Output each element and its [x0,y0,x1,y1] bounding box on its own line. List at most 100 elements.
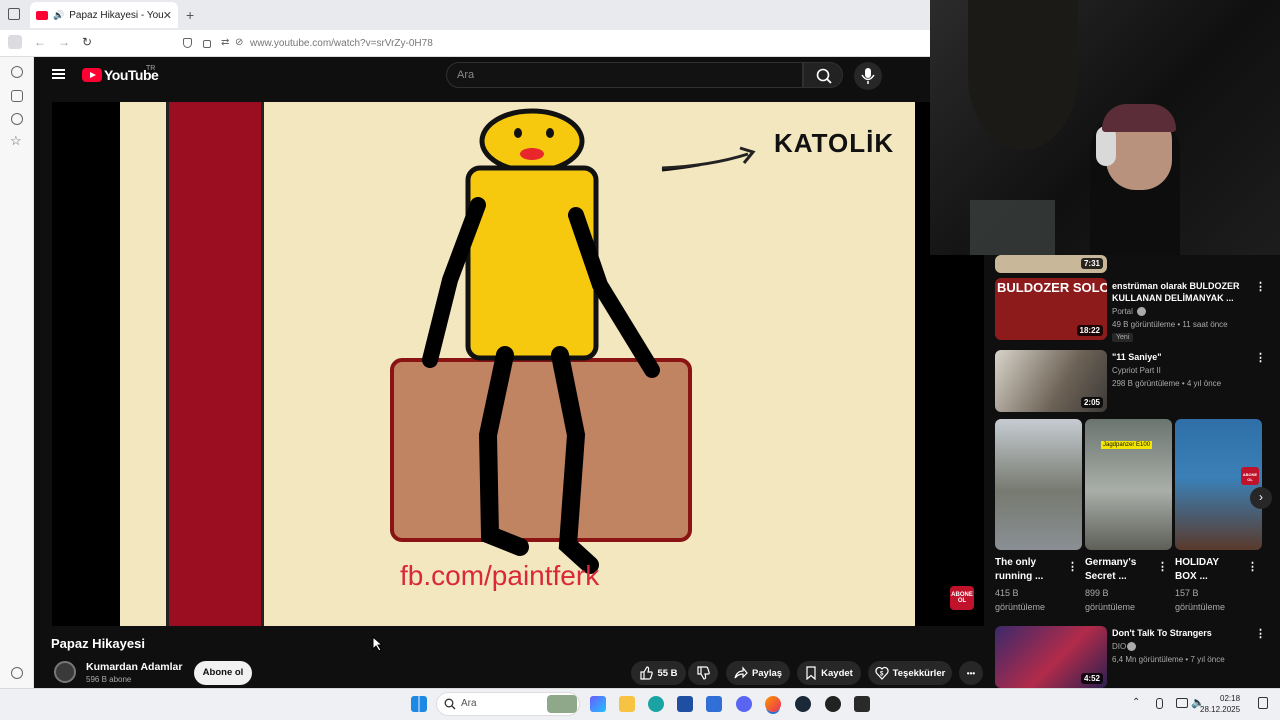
verified-icon [1137,307,1146,316]
shield-icon[interactable] [183,38,192,48]
share-button[interactable]: Paylaş [726,661,790,685]
rec-thumbnail[interactable]: 2:05 [995,350,1107,412]
more-vert-icon[interactable]: ⋮ [1157,560,1168,573]
ai-assistant-icon[interactable] [11,66,23,78]
more-actions-button[interactable]: ••• [959,661,983,685]
rec-channel[interactable]: DIO [1112,641,1126,653]
settings-gear-icon[interactable] [11,667,23,679]
history-icon[interactable] [11,113,23,125]
browser-sidebar: ☆ [0,57,34,688]
forward-icon[interactable]: → [58,35,70,49]
lock-icon[interactable] [203,40,211,48]
url-text[interactable]: www.youtube.com/watch?v=srVrZy-0H78 [250,38,433,49]
new-tab-button[interactable]: + [186,7,194,23]
short-title[interactable]: HOLIDAY [1175,556,1219,570]
short-thumbnail[interactable] [995,419,1082,550]
subscriber-count: 596 B abone [86,675,132,684]
back-icon[interactable]: ← [34,35,46,49]
rec-title[interactable]: "11 Saniye" [1112,351,1162,363]
video-duration: 18:22 [1076,325,1103,336]
tab-list-icon[interactable] [8,8,20,20]
speaker-icon[interactable]: 🔊 [53,10,64,21]
tray-chevron-icon[interactable]: ⌃ [1132,697,1140,708]
short-thumbnail[interactable]: Jagdpanzer E100 [1085,419,1172,550]
tracking-icon[interactable]: ⊘ [235,37,243,48]
steam-icon[interactable] [795,696,811,712]
short-title-line2[interactable]: BOX ... [1175,570,1208,584]
rec-channel[interactable]: Cypriot Part II [1112,365,1161,377]
rec-meta: 49 B görüntüleme • 11 saat önce [1112,320,1228,329]
thanks-label: Teşekkürler [892,667,946,679]
short-thumbnail[interactable]: ABONE OL [1175,419,1262,550]
channel-name[interactable]: Kumardan Adamlar [86,661,182,673]
video-label-katolik: KATOLİK [774,128,895,158]
rec-title[interactable]: enstrüman olarak BULDOZER [1112,280,1240,292]
menu-hamburger-icon[interactable] [52,69,65,79]
windows-taskbar [0,688,1280,720]
firefox-icon[interactable] [765,696,781,712]
youtube-favicon-icon [36,10,48,20]
more-vert-icon[interactable]: ⋮ [1255,280,1266,293]
short-title-line2[interactable]: Secret ... [1085,570,1127,584]
discord-icon[interactable] [736,696,752,712]
rec-thumbnail[interactable]: 7:31 [995,255,1107,273]
more-vert-icon[interactable]: ⋮ [1255,351,1266,364]
edge-browser-icon[interactable] [648,696,664,712]
thumbs-up-icon [640,666,654,680]
widgets-icon[interactable] [590,696,606,712]
rec-meta: 298 B görüntüleme • 4 yıl önce [1112,379,1222,388]
subscribe-watermark[interactable]: ABONE OL [950,586,974,610]
thumbs-down-icon [697,666,710,680]
search-icon [444,698,456,710]
short-title[interactable]: Germany's [1085,556,1136,570]
subscribe-button[interactable]: Abone ol [194,661,252,685]
rec-thumbnail[interactable]: 4:52 [995,626,1107,688]
sidebar-toggle-icon[interactable] [8,35,22,49]
epic-games-icon[interactable] [854,696,870,712]
permissions-icon[interactable]: ⇄ [221,37,229,48]
search-button[interactable] [803,62,843,88]
search-input[interactable]: Ara [446,62,803,88]
video-duration: 2:05 [1080,397,1103,408]
github-desktop-icon[interactable] [825,696,841,712]
clock-time: 02:18 [1220,694,1241,703]
notification-bell-icon[interactable] [1258,697,1268,709]
bookmarks-star-icon[interactable]: ☆ [10,133,22,148]
short-title[interactable]: The only [995,556,1036,570]
start-windows-icon[interactable] [411,696,427,712]
video-url-caption: fb.com/paintferk [400,560,600,591]
dislike-button[interactable] [688,661,718,685]
taskbar-clock[interactable]: 02:18 28.12.2025 [1200,693,1240,715]
rec-channel[interactable]: Portal [1112,306,1133,318]
shorts-next-arrow-icon[interactable]: › [1250,487,1272,509]
file-explorer-icon[interactable] [619,696,635,712]
super-thanks-icon: $ [875,666,889,680]
more-vert-icon[interactable]: ⋮ [1067,560,1078,573]
store-icon[interactable] [677,696,693,712]
rec-thumbnail[interactable]: BULDOZER SOLO 18:22 [995,278,1107,340]
short-views-label: görüntüleme [1175,602,1226,612]
thanks-button[interactable]: $ Teşekkürler [868,661,952,685]
share-arrow-icon [734,666,748,679]
share-label: Paylaş [751,667,783,679]
synced-tabs-icon[interactable] [11,90,23,102]
network-icon[interactable] [1176,698,1188,708]
rec-title-line2[interactable]: KULLANAN DELİMANYAK ... [1112,292,1234,304]
taskbar-search-input[interactable]: Ara [436,692,580,716]
short-views-label: görüntüleme [995,602,1046,612]
like-button[interactable]: 55 B [631,661,686,685]
country-code: TR [146,65,156,72]
browser-tab-active[interactable]: 🔊 Papaz Hikayesi - YouTube ✕ [30,2,178,28]
rec-title[interactable]: Don't Talk To Strangers [1112,627,1212,639]
channel-avatar[interactable] [54,661,76,683]
save-button[interactable]: Kaydet [797,661,861,685]
outlook-icon[interactable] [706,696,722,712]
microphone-tray-icon[interactable] [1156,698,1163,709]
short-title-line2[interactable]: running ... [995,570,1043,584]
youtube-logo-icon[interactable] [82,68,102,82]
tab-close-icon[interactable]: ✕ [163,9,172,22]
voice-search-button[interactable] [854,62,882,90]
more-vert-icon[interactable]: ⋮ [1255,627,1266,640]
reload-icon[interactable]: ↻ [82,35,92,49]
more-vert-icon[interactable]: ⋮ [1247,560,1258,573]
